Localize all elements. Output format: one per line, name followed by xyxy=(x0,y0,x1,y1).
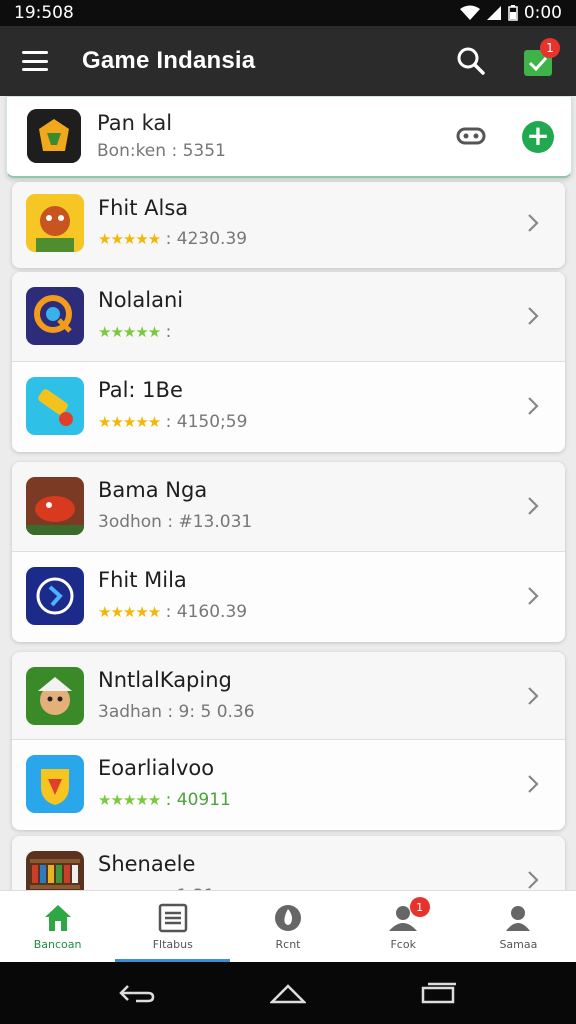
chevron-right-icon xyxy=(528,214,539,232)
game-rating: ★★★★★ : xyxy=(98,322,172,342)
game-card: NntlalKaping 3adhan : 9: 5 0.36 Eoarlial… xyxy=(12,652,565,830)
game-row[interactable]: Fhit Alsa ★★★★★ : 4230.39 xyxy=(12,182,565,268)
nav-home[interactable]: Bancoan xyxy=(0,891,115,962)
nav-friends[interactable]: 1 Fcok xyxy=(346,891,461,962)
game-card: Nolalani ★★★★★ : Pal: 1Be ★★★★★ : 4150;5… xyxy=(12,272,565,452)
game-name: Fhit Alsa xyxy=(98,196,189,220)
controller-icon[interactable] xyxy=(455,123,487,149)
status-time: 19:508 xyxy=(14,3,74,23)
recents-icon[interactable] xyxy=(420,982,458,1004)
featured-game-title: Pan kal xyxy=(97,111,173,135)
game-name: Nolalani xyxy=(98,288,184,312)
fire-icon xyxy=(275,905,301,931)
game-row[interactable]: NntlalKaping 3adhan : 9: 5 0.36 xyxy=(12,652,565,740)
game-row[interactable]: Bama Nga 3odhon : #13.031 xyxy=(12,462,565,552)
back-icon[interactable] xyxy=(118,982,156,1004)
bottom-nav: Bancoan Fltabus Rcnt 1 Fcok Samaa xyxy=(0,890,576,962)
system-nav-bar xyxy=(0,962,576,1024)
game-name: Eoarlialvoo xyxy=(98,756,215,780)
battery-text: 0:00 xyxy=(523,3,562,23)
game-rating: 3adhan : 9: 5 0.36 xyxy=(98,702,255,722)
chevron-right-icon xyxy=(528,587,539,605)
search-icon xyxy=(457,47,485,75)
chevron-right-icon xyxy=(528,775,539,793)
battery-icon xyxy=(508,5,518,21)
wifi-icon xyxy=(459,5,480,20)
menu-icon[interactable] xyxy=(22,51,48,71)
nav-home-label: Bancoan xyxy=(33,938,82,951)
profile-icon xyxy=(506,906,531,931)
nav-profile[interactable]: Samaa xyxy=(461,891,576,962)
game-icon xyxy=(26,194,84,252)
featured-game-card[interactable]: Pan kal Bon:ken : 5351 + xyxy=(6,96,572,178)
game-rating: 3odhon : #13.031 xyxy=(98,512,253,532)
home-icon xyxy=(44,905,71,931)
nav-recent-label: Rcnt xyxy=(275,938,301,951)
game-rating: ★★★★★ : 4160.39 xyxy=(98,602,248,622)
game-name: Fhit Mila xyxy=(98,568,187,592)
game-card: Bama Nga 3odhon : #13.031 Fhit Mila ★★★★… xyxy=(12,462,565,642)
game-name: Bama Nga xyxy=(98,478,208,502)
chevron-right-icon xyxy=(528,871,539,889)
status-icons: 0:00 xyxy=(459,3,562,23)
featured-game-icon xyxy=(27,109,81,163)
nav-profile-label: Samaa xyxy=(499,938,538,951)
chevron-right-icon xyxy=(528,397,539,415)
game-icon xyxy=(26,567,84,625)
add-button[interactable]: + xyxy=(522,121,554,153)
game-rating: ★★★★★ : 40911 xyxy=(98,790,231,810)
game-row[interactable]: Fhit Mila ★★★★★ : 4160.39 xyxy=(12,552,565,642)
page-title: Game Indansia xyxy=(82,47,256,74)
game-icon xyxy=(26,377,84,435)
game-rating: ★★★★★ : 4230.39 xyxy=(98,229,248,249)
nav-recent[interactable]: Rcnt xyxy=(230,891,345,962)
chevron-right-icon xyxy=(528,307,539,325)
app-bar: Game Indansia 1 xyxy=(0,26,576,96)
game-row[interactable]: Nolalani ★★★★★ : xyxy=(12,272,565,362)
chevron-right-icon xyxy=(528,687,539,705)
featured-game-subtitle: Bon:ken : 5351 xyxy=(97,141,226,161)
game-name: Pal: 1Be xyxy=(98,378,183,402)
list-icon xyxy=(158,903,188,933)
nav-list[interactable]: Fltabus xyxy=(115,891,231,962)
game-rating: ★★★★★ : 4150;59 xyxy=(98,412,248,432)
nav-friends-label: Fcok xyxy=(390,938,416,951)
game-icon xyxy=(26,667,84,725)
signal-icon xyxy=(486,6,501,20)
chevron-right-icon xyxy=(528,497,539,515)
nav-list-label: Fltabus xyxy=(152,938,193,951)
game-icon xyxy=(26,287,84,345)
game-name: Shenaele xyxy=(98,852,196,876)
search-button[interactable] xyxy=(454,44,488,78)
game-icon xyxy=(26,477,84,535)
notification-badge: 1 xyxy=(540,38,560,58)
game-name: NntlalKaping xyxy=(98,668,232,692)
home-button-icon[interactable] xyxy=(270,982,306,1004)
game-icon xyxy=(26,755,84,813)
friends-badge: 1 xyxy=(409,897,430,917)
game-row[interactable]: Eoarlialvoo ★★★★★ : 40911 xyxy=(12,740,565,830)
game-card: Fhit Alsa ★★★★★ : 4230.39 xyxy=(12,182,565,268)
game-row[interactable]: Pal: 1Be ★★★★★ : 4150;59 xyxy=(12,362,565,452)
status-bar: 19:508 0:00 xyxy=(0,0,576,26)
notifications-button[interactable]: 1 xyxy=(522,38,560,76)
